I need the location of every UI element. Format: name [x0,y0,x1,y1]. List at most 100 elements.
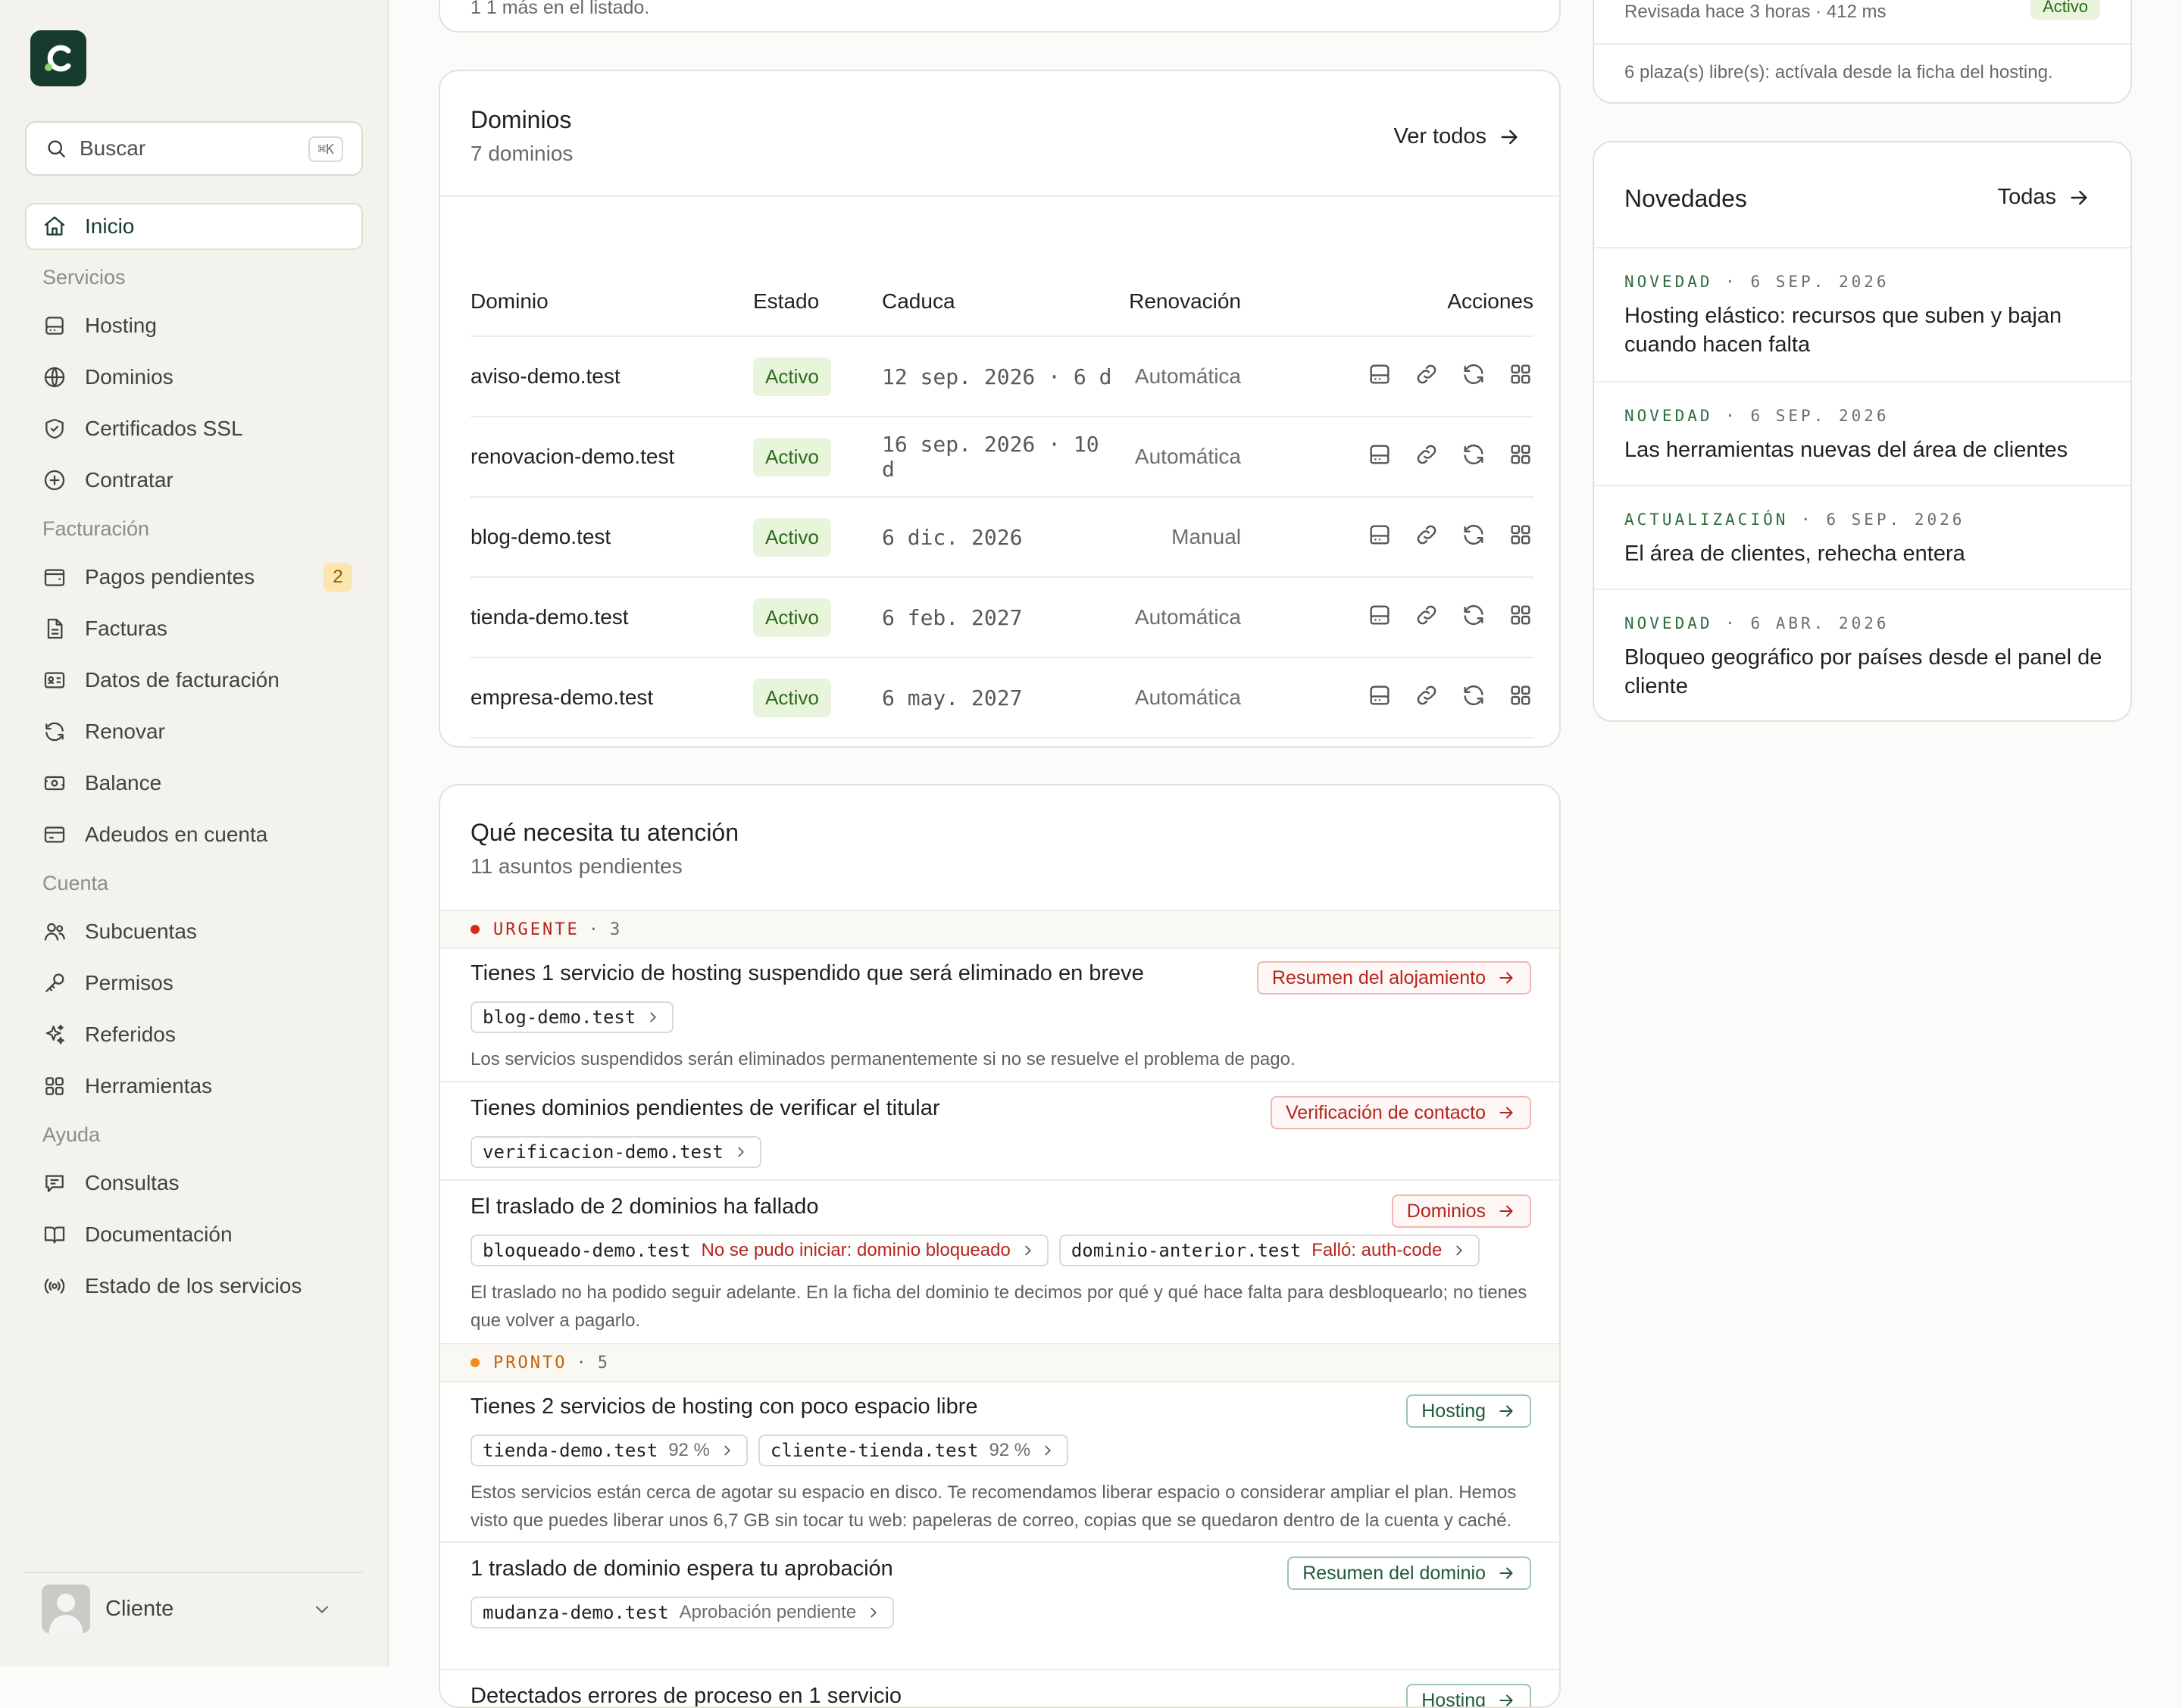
column-header[interactable]: Dominio [470,267,753,336]
service-chip[interactable]: blog-demo.test [470,1001,674,1033]
more-actions-button[interactable] [1508,682,1533,713]
home-icon [42,214,67,239]
sidebar-item-label: Hosting [85,314,157,338]
sidebar-item-documentacion[interactable]: Documentación [0,1209,389,1260]
news-title: Novedades [1624,185,1747,213]
service-chip[interactable]: tienda-demo.test 92 % [470,1435,748,1466]
sidebar-item-dominios[interactable]: Dominios [0,351,389,403]
renewal-mode: Automática [1124,577,1241,657]
domain-name[interactable]: empresa-demo.test [470,657,753,738]
news-meta: ACTUALIZACIÓN · 6 SEP. 2026 [1624,511,2103,529]
attention-item-cta-button[interactable]: Hosting [1406,1394,1531,1428]
more-actions-button[interactable] [1508,442,1533,473]
user-name: Cliente [105,1597,173,1622]
sidebar-item-pagos-pendientes[interactable]: Pagos pendientes 2 [0,551,389,603]
renew-action-button[interactable] [1461,682,1486,713]
refresh-icon [1461,361,1486,387]
renew-action-button[interactable] [1461,361,1486,392]
sidebar-item-inicio[interactable]: Inicio [0,203,389,250]
sidebar-item-label: Facturas [85,617,167,641]
priority-count: 5 [598,1354,610,1372]
sidebar-item-consultas[interactable]: Consultas [0,1157,389,1209]
book-icon [42,1222,67,1247]
renew-action-button[interactable] [1461,602,1486,633]
user-menu[interactable]: Cliente [25,1572,363,1644]
attention-item-cta-button[interactable]: Hosting [1406,1684,1531,1708]
dns-action-button[interactable] [1367,361,1393,392]
column-header[interactable]: Caduca [882,267,1124,336]
table-row: tienda-demo.test Activo 6 feb. 2027 Auto… [470,577,1533,657]
domain-name[interactable]: tienda-demo.test [470,577,753,657]
dns-action-button[interactable] [1367,522,1393,553]
sidebar-item-balance[interactable]: Balance [0,757,389,809]
renew-action-button[interactable] [1461,442,1486,473]
wallet-icon [42,565,67,589]
sidebar-item-facturas[interactable]: Facturas [0,603,389,654]
sidebar-item-contratar[interactable]: Contratar [0,454,389,506]
link-icon [1414,602,1440,628]
redirect-action-button[interactable] [1414,442,1440,473]
sidebar-item-subcuentas[interactable]: Subcuentas [0,906,389,957]
sidebar-item-label: Referidos [85,1023,176,1047]
priority-dot [470,1358,480,1367]
domain-name[interactable]: blog-demo.test [470,497,753,577]
domain-name[interactable]: renovacion-demo.test [470,417,753,497]
news-item[interactable]: NOVEDAD · 6 ABR. 2026 Bloqueo geográfico… [1594,589,2132,701]
news-item[interactable]: ACTUALIZACIÓN · 6 SEP. 2026 El área de c… [1594,485,2132,568]
chevron-right-icon [865,1604,882,1621]
more-actions-button[interactable] [1508,361,1533,392]
service-chip[interactable]: dominio-anterior.test Falló: auth-code [1059,1235,1480,1266]
arrow-right-icon [1496,1563,1516,1583]
attention-item-cta-button[interactable]: Resumen del alojamiento [1257,961,1531,995]
server-icon [1367,361,1393,387]
dns-action-button[interactable] [1367,602,1393,633]
news-item[interactable]: NOVEDAD · 6 SEP. 2026 Hosting elástico: … [1594,247,2132,359]
dns-action-button[interactable] [1367,682,1393,713]
news-item[interactable]: NOVEDAD · 6 SEP. 2026 Las herramientas n… [1594,381,2132,464]
more-actions-button[interactable] [1508,602,1533,633]
renewal-mode: Automática [1124,336,1241,417]
sidebar-item-herramientas[interactable]: Herramientas [0,1060,389,1112]
search-input[interactable]: Buscar ⌘K [25,121,363,176]
attention-item: Tienes 2 servicios de hosting con poco e… [440,1381,1561,1543]
sidebar-item-adeudos-en-cuenta[interactable]: Adeudos en cuenta [0,809,389,860]
redirect-action-button[interactable] [1414,522,1440,553]
link-icon [1414,361,1440,387]
renew-action-button[interactable] [1461,522,1486,553]
attention-item-cta-button[interactable]: Resumen del dominio [1287,1557,1531,1590]
service-chip[interactable]: verificacion-demo.test [470,1136,761,1168]
news-tag: NOVEDAD [1624,614,1713,632]
sidebar-item-referidos[interactable]: Referidos [0,1009,389,1060]
brand-logo[interactable] [30,30,86,86]
sidebar-item-certificados-ssl[interactable]: Certificados SSL [0,403,389,454]
shield-icon [42,417,67,441]
attention-item-cta-button[interactable]: Dominios [1392,1194,1531,1228]
chip-detail: No se pudo iniciar: dominio bloqueado [702,1240,1011,1261]
sidebar-item-estado-de-los-servicios[interactable]: Estado de los servicios [0,1260,389,1312]
attention-item-cta-button[interactable]: Verificación de contacto [1271,1096,1531,1129]
news-date: 6 ABR. 2026 [1750,614,1889,632]
news-view-all-link[interactable]: Todas [1998,185,2091,210]
domain-name[interactable]: agencia-demo.test [470,738,753,748]
globe-icon [42,365,67,389]
service-chip[interactable]: cliente-tienda.test 92 % [758,1435,1068,1466]
redirect-action-button[interactable] [1414,361,1440,392]
redirect-action-button[interactable] [1414,602,1440,633]
sidebar-item-renovar[interactable]: Renovar [0,706,389,757]
sidebar-item-hosting[interactable]: Hosting [0,300,389,351]
grid-icon [1508,442,1533,467]
service-chip[interactable]: mudanza-demo.test Aprobación pendiente [470,1597,894,1628]
column-header[interactable]: Renovación [1124,267,1241,336]
sidebar-item-datos-de-facturacion[interactable]: Datos de facturación [0,654,389,706]
column-header[interactable]: Estado [753,267,882,336]
domain-name[interactable]: aviso-demo.test [470,336,753,417]
sidebar-item-permisos[interactable]: Permisos [0,957,389,1009]
service-chip[interactable]: bloqueado-demo.test No se pudo iniciar: … [470,1235,1049,1266]
more-actions-button[interactable] [1508,522,1533,553]
domains-view-all-link[interactable]: Ver todos [1393,124,1521,149]
redirect-action-button[interactable] [1414,682,1440,713]
arrow-right-icon [1496,1103,1516,1123]
sidebar-item-label: Permisos [85,971,173,995]
dns-action-button[interactable] [1367,442,1393,473]
arrow-right-icon [1496,1691,1516,1708]
